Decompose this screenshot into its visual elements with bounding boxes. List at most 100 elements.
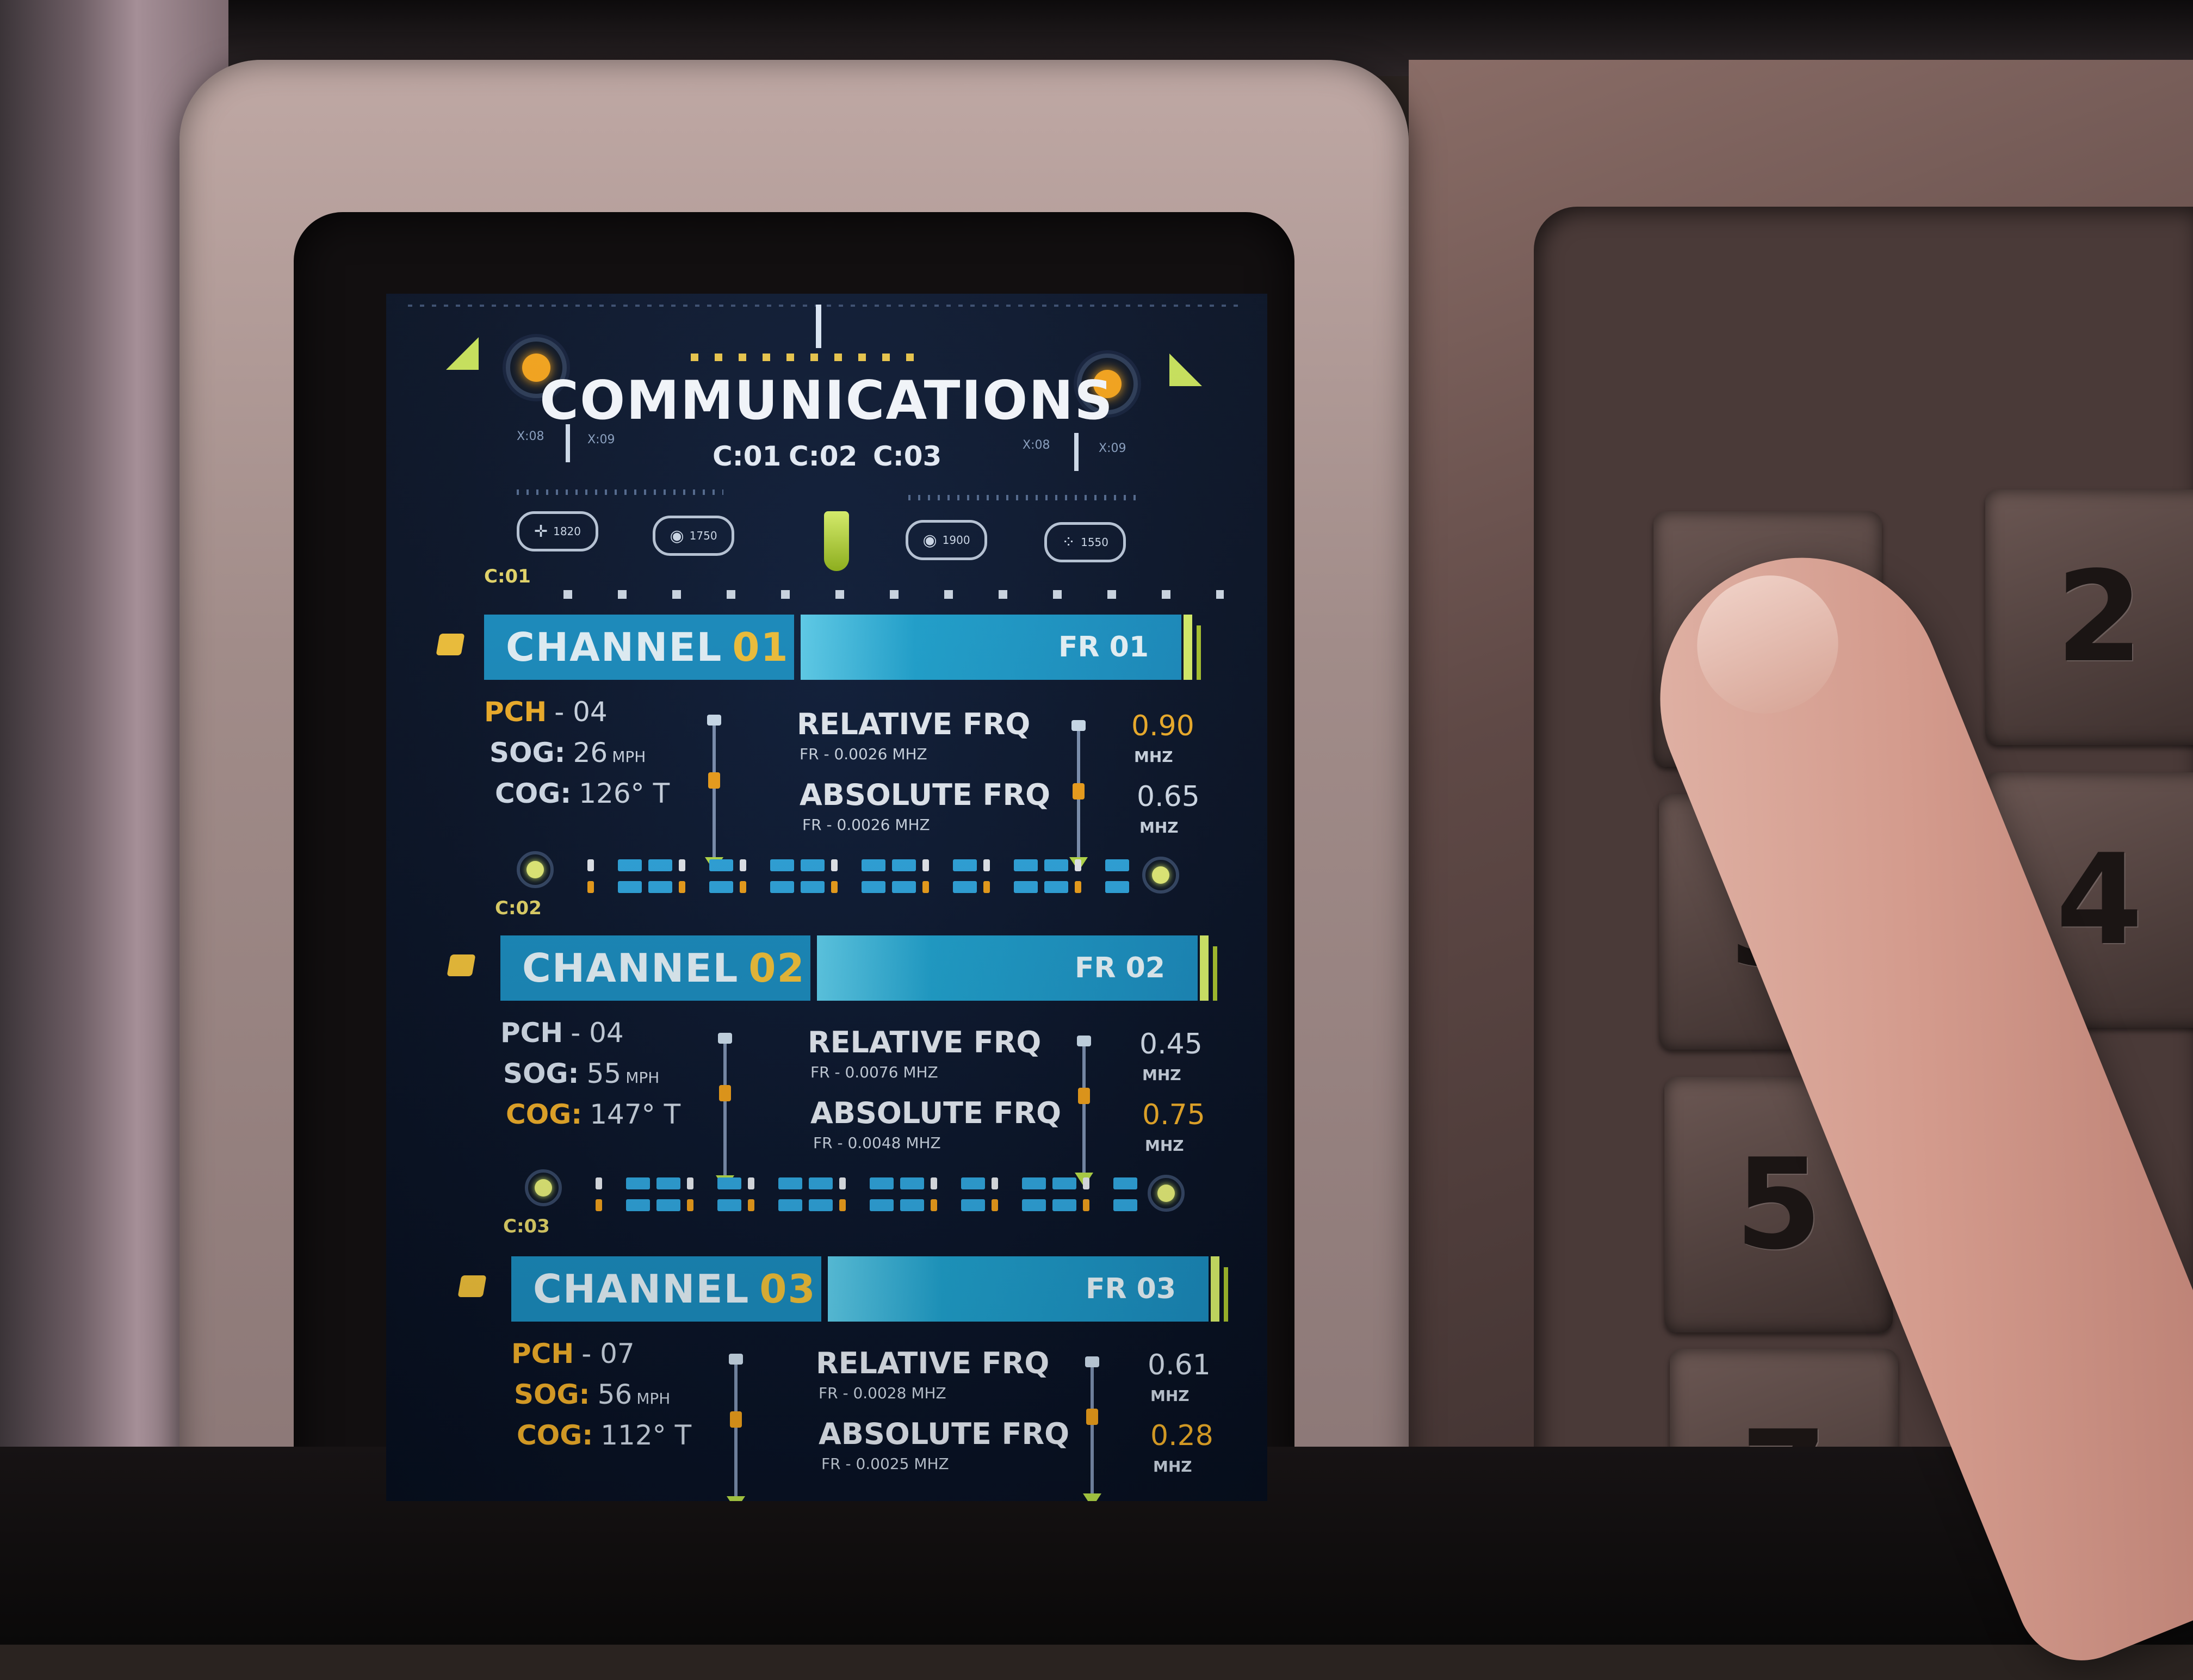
signal-block xyxy=(648,881,672,893)
relative-frq-value: 0.90 xyxy=(1131,710,1194,742)
pch-readout: PCH - 07 xyxy=(511,1338,635,1369)
absolute-frq-unit: MHZ xyxy=(1139,819,1179,836)
signal-block xyxy=(770,881,794,893)
channel-03-slider-left[interactable] xyxy=(727,1354,745,1501)
status-squares xyxy=(549,590,1224,599)
signal-block xyxy=(748,1177,754,1189)
tab-c01[interactable]: C:01 xyxy=(713,441,781,472)
corner-arrow-left-icon xyxy=(446,337,479,370)
tab-c02[interactable]: C:02 xyxy=(789,441,857,472)
signal-block xyxy=(618,859,642,871)
signal-block xyxy=(1105,881,1129,893)
absolute-frq-label: ABSOLUTE FRQ xyxy=(810,1096,1061,1130)
signal-block xyxy=(839,1199,846,1211)
signal-block xyxy=(900,1177,924,1189)
x-label: X:08 xyxy=(1023,438,1050,452)
channel-03-fr-bar[interactable]: FR 03 xyxy=(828,1256,1209,1322)
channel-03-slider-right[interactable] xyxy=(1083,1356,1101,1501)
signal-block xyxy=(870,1177,894,1189)
signal-block xyxy=(839,1177,846,1189)
fr-bar-end xyxy=(1200,935,1209,1001)
absolute-frq-unit: MHZ xyxy=(1145,1137,1184,1155)
signal-block xyxy=(770,859,794,871)
absolute-frq-sub: FR - 0.0048 MHZ xyxy=(813,1134,941,1152)
channel-01-dial-left[interactable] xyxy=(517,851,554,888)
relative-frq-sub: FR - 0.0076 MHZ xyxy=(810,1063,938,1081)
channel-03-header[interactable]: CHANNEL 03 FR 03 xyxy=(511,1256,1228,1322)
tuner-scale-left xyxy=(517,489,723,495)
tuner-1820-button[interactable]: ✛ 1820 xyxy=(517,511,598,551)
channel-01-fr-bar[interactable]: FR 01 xyxy=(801,615,1181,680)
channel-01-label: CHANNEL 01 xyxy=(484,615,794,680)
signal-block xyxy=(1075,859,1081,871)
signal-block xyxy=(596,1199,602,1211)
fr-bar-end xyxy=(1197,625,1201,680)
channel-01-dial-right[interactable] xyxy=(1142,857,1179,894)
signal-block xyxy=(679,859,685,871)
signal-block xyxy=(1014,881,1038,893)
keypad-key-2[interactable]: 2 xyxy=(1985,489,2193,745)
pch-readout: PCH - 04 xyxy=(500,1017,624,1049)
target-icon: ◉ xyxy=(922,530,937,550)
channel-02-label: CHANNEL 02 xyxy=(500,935,810,1001)
signal-block xyxy=(892,881,916,893)
signal-block xyxy=(748,1199,754,1211)
fr-label: FR 01 xyxy=(1058,631,1149,664)
signal-block xyxy=(709,881,733,893)
channel-02-dial-right[interactable] xyxy=(1148,1175,1185,1212)
signal-block xyxy=(709,859,733,871)
tuner-1550-button[interactable]: ⁘ 1550 xyxy=(1044,522,1126,562)
signal-block xyxy=(931,1199,937,1211)
signal-block xyxy=(1052,1177,1076,1189)
tuner-1750-button[interactable]: ◉ 1750 xyxy=(653,516,734,556)
channel-03-label: CHANNEL 03 xyxy=(511,1256,821,1322)
tab-c03[interactable]: C:03 xyxy=(873,441,941,472)
channel-02-header[interactable]: CHANNEL 02 FR 02 xyxy=(500,935,1217,1001)
signal-block xyxy=(656,1177,680,1189)
channel-number: 01 xyxy=(732,624,789,670)
absolute-frq-value: 0.75 xyxy=(1142,1099,1205,1131)
absolute-frq-value: 0.65 xyxy=(1137,780,1200,813)
signal-block xyxy=(992,1177,998,1189)
communications-screen: COMMUNICATIONS X:08 X:09 C:01 C:02 C:03 … xyxy=(386,294,1267,1501)
channel-number: 03 xyxy=(759,1266,816,1312)
absolute-frq-sub: FR - 0.0026 MHZ xyxy=(802,816,930,834)
signal-blocks xyxy=(587,859,1131,897)
signal-block xyxy=(656,1199,680,1211)
signal-block xyxy=(809,1199,833,1211)
signal-block xyxy=(953,881,977,893)
tuner-1900-button[interactable]: ◉ 1900 xyxy=(906,520,987,560)
signal-block xyxy=(900,1199,924,1211)
channel-01-slider-left[interactable] xyxy=(705,715,723,871)
relative-frq-unit: MHZ xyxy=(1134,748,1173,766)
sog-readout: SOG: 55 MPH xyxy=(503,1058,660,1089)
signal-block xyxy=(740,859,746,871)
signal-block xyxy=(626,1199,650,1211)
tuner-value: 1900 xyxy=(942,534,970,547)
channel-number: 02 xyxy=(748,945,806,991)
section-label-c03: C:03 xyxy=(503,1216,550,1237)
signal-block xyxy=(1022,1199,1046,1211)
channel-02-slider-left[interactable] xyxy=(716,1033,734,1189)
x-label: X:09 xyxy=(1099,442,1126,455)
channel-01-header[interactable]: CHANNEL 01 FR 01 xyxy=(484,615,1201,680)
relative-frq-value: 0.45 xyxy=(1139,1028,1203,1061)
page-title: COMMUNICATIONS xyxy=(540,370,1114,432)
signal-blocks xyxy=(596,1177,1139,1216)
signal-block xyxy=(626,1177,650,1189)
signal-block xyxy=(717,1199,741,1211)
fr-bar-end xyxy=(1184,615,1192,680)
section-label-c02: C:02 xyxy=(495,897,542,919)
channel-02-fr-bar[interactable]: FR 02 xyxy=(817,935,1198,1001)
signal-block xyxy=(922,859,929,871)
signal-block xyxy=(1044,881,1068,893)
tuner-value: 1550 xyxy=(1081,536,1109,549)
channel-01-slider-right[interactable] xyxy=(1069,720,1088,871)
x-label: X:09 xyxy=(587,433,615,447)
channel-02-dial-left[interactable] xyxy=(525,1169,562,1206)
top-scale xyxy=(408,305,1246,307)
relative-frq-value: 0.61 xyxy=(1148,1349,1211,1381)
signal-block xyxy=(961,1199,985,1211)
relative-frq-label: RELATIVE FRQ xyxy=(797,707,1031,741)
channel-02-slider-right[interactable] xyxy=(1075,1036,1093,1187)
